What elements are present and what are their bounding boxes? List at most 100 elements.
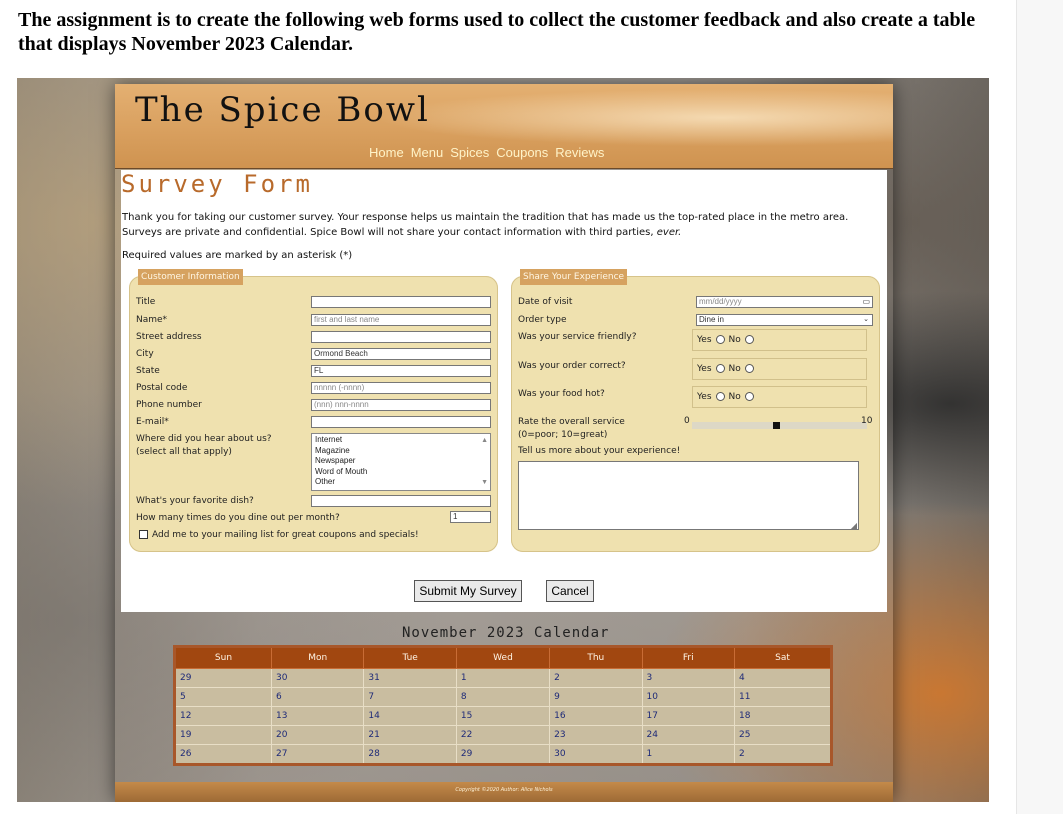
- nav-home-link[interactable]: Home: [369, 145, 404, 161]
- state-input[interactable]: FL: [311, 365, 491, 377]
- cancel-button[interactable]: Cancel: [546, 580, 594, 602]
- name-input[interactable]: first and last name: [311, 314, 491, 326]
- hear-option[interactable]: Magazine: [315, 446, 487, 457]
- calendar-day: 3: [641, 668, 736, 688]
- dine-input[interactable]: 1: [450, 511, 491, 523]
- hear-option[interactable]: Other: [315, 477, 487, 488]
- rate-min: 0: [684, 416, 690, 426]
- correct-radio-group: Yes No: [692, 358, 867, 380]
- correct-yes-radio[interactable]: [715, 364, 725, 373]
- rate-label: Rate the overall service: [518, 417, 625, 427]
- hot-no-radio[interactable]: [744, 392, 754, 401]
- hear-select[interactable]: Internet Magazine Newspaper Word of Mout…: [311, 433, 491, 491]
- required-note: Required values are marked by an asteris…: [122, 250, 353, 261]
- day-header: Fri: [641, 646, 736, 669]
- dish-input[interactable]: [311, 495, 491, 507]
- hear-option[interactable]: Internet: [315, 435, 487, 446]
- hot-radio-group: Yes No: [692, 386, 867, 408]
- calendar-day: 21: [363, 725, 457, 745]
- site-footer: Copyright ©2020 Author: Alice Nichols: [115, 782, 893, 802]
- title-input[interactable]: [311, 296, 491, 308]
- friendly-no-radio[interactable]: [744, 335, 754, 344]
- submit-button[interactable]: Submit My Survey: [414, 580, 522, 602]
- phone-input[interactable]: (nnn) nnn-nnnn: [311, 399, 491, 411]
- rating-slider[interactable]: [692, 422, 867, 429]
- date-label: Date of visit: [518, 297, 573, 307]
- assignment-description: The assignment is to create the followin…: [18, 9, 976, 55]
- email-input[interactable]: [311, 416, 491, 428]
- calendar-day: 15: [455, 706, 551, 726]
- survey-intro-text: Thank you for taking our customer survey…: [122, 212, 849, 238]
- calendar-day: 9: [549, 687, 643, 707]
- nav-menu-link[interactable]: Menu: [411, 145, 444, 161]
- calendar-day: 4: [734, 668, 832, 688]
- nav-reviews-link[interactable]: Reviews: [555, 145, 604, 161]
- calendar-day: 20: [270, 725, 365, 745]
- calendar-day: 29: [174, 668, 272, 688]
- nav-coupons-link[interactable]: Coupons: [496, 145, 548, 161]
- hear-sublabel: (select all that apply): [136, 447, 232, 457]
- calendar-day: 2: [549, 668, 643, 688]
- city-label: City: [136, 349, 154, 359]
- correct-no-radio[interactable]: [744, 364, 754, 373]
- title-label: Title: [136, 297, 156, 307]
- page-scrollbar[interactable]: [1016, 0, 1063, 814]
- date-input[interactable]: mm/dd/yyyy ▭: [696, 296, 873, 308]
- calendar-icon[interactable]: ▭: [862, 297, 870, 307]
- calendar-day: 29: [455, 744, 551, 765]
- chevron-down-icon[interactable]: ⌄: [863, 315, 869, 325]
- hear-option[interactable]: Word of Mouth: [315, 467, 487, 478]
- street-input[interactable]: [311, 331, 491, 343]
- resize-handle-icon[interactable]: ◢: [851, 521, 857, 530]
- postal-label: Postal code: [136, 383, 188, 393]
- hot-yes-radio[interactable]: [715, 392, 725, 401]
- hot-yes-label: Yes: [697, 392, 712, 402]
- calendar-header-row: Sun Mon Tue Wed Thu Fri Sat: [174, 646, 832, 669]
- hear-label: Where did you hear about us?: [136, 434, 272, 444]
- day-header: Sat: [734, 646, 832, 669]
- scroll-up-icon[interactable]: ▲: [481, 436, 488, 447]
- rate-sublabel: (0=poor; 10=great): [518, 430, 608, 440]
- calendar-week-row: 5 6 7 8 9 10 11: [174, 687, 832, 707]
- site-logo: The Spice Bowl: [135, 90, 430, 130]
- calendar-day: 6: [270, 687, 365, 707]
- friendly-yes-label: Yes: [697, 335, 712, 345]
- spice-background: The Spice Bowl Home Menu Spices Coupons …: [17, 78, 989, 802]
- calendar-day: 26: [174, 744, 272, 765]
- calendar-week-row: 29 30 31 1 2 3 4: [174, 668, 832, 688]
- calendar-day: 30: [270, 668, 365, 688]
- slider-thumb[interactable]: [773, 422, 780, 429]
- comments-textarea[interactable]: ◢: [518, 461, 859, 530]
- calendar-day: 22: [455, 725, 551, 745]
- nav-spices-link[interactable]: Spices: [450, 145, 489, 161]
- calendar-day: 16: [549, 706, 643, 726]
- dish-label: What's your favorite dish?: [136, 496, 254, 506]
- friendly-yes-radio[interactable]: [715, 335, 725, 344]
- calendar-day: 13: [270, 706, 365, 726]
- calendar-day: 8: [455, 687, 551, 707]
- city-input[interactable]: Ormond Beach: [311, 348, 491, 360]
- calendar-day: 12: [174, 706, 272, 726]
- mailing-checkbox[interactable]: [139, 530, 148, 539]
- day-header: Tue: [363, 646, 457, 669]
- day-header: Mon: [270, 646, 365, 669]
- friendly-radio-group: Yes No: [692, 329, 867, 351]
- main-nav: Home Menu Spices Coupons Reviews: [369, 145, 604, 161]
- calendar-day: 14: [363, 706, 457, 726]
- calendar-day: 17: [641, 706, 736, 726]
- order-select[interactable]: Dine in ⌄: [696, 314, 873, 326]
- correct-yes-label: Yes: [697, 364, 712, 374]
- scroll-down-icon[interactable]: ▼: [481, 478, 488, 489]
- customer-info-legend: Customer Information: [138, 269, 243, 285]
- calendar-day: 31: [363, 668, 457, 688]
- postal-input[interactable]: nnnnn (-nnnn): [311, 382, 491, 394]
- calendar-day: 25: [734, 725, 832, 745]
- calendar-week-row: 26 27 28 29 30 1 2: [174, 744, 832, 765]
- experience-legend: Share Your Experience: [520, 269, 628, 285]
- friendly-no-label: No: [728, 335, 741, 345]
- hear-option[interactable]: Newspaper: [315, 456, 487, 467]
- day-header: Thu: [549, 646, 643, 669]
- survey-title: Survey Form: [121, 170, 313, 198]
- site-header: The Spice Bowl Home Menu Spices Coupons …: [115, 84, 893, 169]
- correct-no-label: No: [728, 364, 741, 374]
